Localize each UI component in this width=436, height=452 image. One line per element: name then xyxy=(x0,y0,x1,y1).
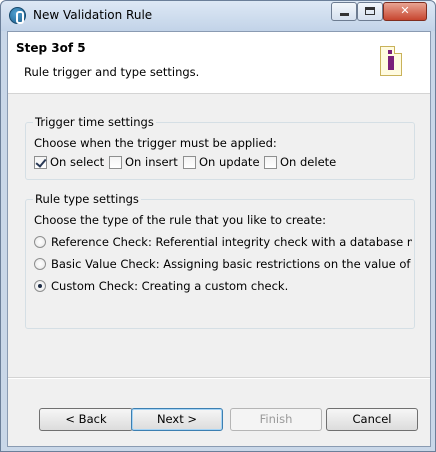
close-icon: ✕ xyxy=(400,4,410,17)
checkbox-box[interactable] xyxy=(183,156,196,169)
step-title: Step 3of 5 xyxy=(16,41,86,55)
radio-button[interactable] xyxy=(34,258,46,270)
radio-label: Custom Check: Creating a custom check. xyxy=(51,279,289,293)
checkbox-label: On delete xyxy=(280,155,337,169)
radio-custom-check[interactable]: Custom Check: Creating a custom check. xyxy=(34,278,412,294)
checkbox-box[interactable] xyxy=(34,156,47,169)
checkbox-box[interactable] xyxy=(109,156,122,169)
radio-basic-value-check[interactable]: Basic Value Check: Assigning basic restr… xyxy=(34,256,412,272)
finish-button[interactable]: Finish xyxy=(230,408,322,431)
minimize-icon xyxy=(339,13,349,16)
checkbox-on-update[interactable]: On update xyxy=(183,155,263,171)
checkbox-on-select[interactable]: On select xyxy=(34,155,106,171)
next-button[interactable]: Next > xyxy=(131,408,223,431)
rule-type-legend: Rule type settings xyxy=(33,192,141,206)
cancel-button[interactable]: Cancel xyxy=(326,408,418,431)
wizard-icon-dot xyxy=(388,50,392,54)
rule-type-prompt: Choose the type of the rule that you lik… xyxy=(34,213,326,227)
radio-button[interactable] xyxy=(34,236,46,248)
trigger-time-prompt: Choose when the trigger must be applied: xyxy=(34,136,277,150)
radio-label: Reference Check: Referential integrity c… xyxy=(51,235,412,249)
title-bar[interactable]: New Validation Rule ✕ xyxy=(1,1,435,31)
wizard-icon-mark xyxy=(388,56,394,70)
app-icon xyxy=(9,7,26,24)
checkbox-on-insert[interactable]: On insert xyxy=(109,155,181,171)
radio-button[interactable] xyxy=(34,280,46,292)
checkbox-label: On insert xyxy=(125,155,178,169)
trigger-time-legend: Trigger time settings xyxy=(33,115,156,129)
window-title: New Validation Rule xyxy=(33,8,153,22)
dialog-window: New Validation Rule ✕ Step 3of 5 Rule tr… xyxy=(0,0,436,452)
wizard-header: Step 3of 5 Rule trigger and type setting… xyxy=(8,32,430,94)
checkbox-on-delete[interactable]: On delete xyxy=(264,155,344,171)
maximize-icon xyxy=(365,7,375,15)
back-button[interactable]: < Back xyxy=(39,408,133,431)
maximize-button[interactable] xyxy=(357,2,383,21)
checkbox-box[interactable] xyxy=(264,156,277,169)
trigger-time-group: Trigger time settings Choose when the tr… xyxy=(25,115,415,180)
dialog-client-area: Step 3of 5 Rule trigger and type setting… xyxy=(7,31,431,447)
footer-divider-highlight xyxy=(8,378,430,379)
radio-reference-check[interactable]: Reference Check: Referential integrity c… xyxy=(34,234,412,250)
close-button[interactable]: ✕ xyxy=(383,2,427,21)
step-description: Rule trigger and type settings. xyxy=(24,65,200,79)
rule-type-group: Rule type settings Choose the type of th… xyxy=(25,192,415,329)
checkbox-label: On update xyxy=(199,155,260,169)
wizard-rule-icon xyxy=(380,46,402,76)
checkbox-label: On select xyxy=(50,155,105,169)
radio-label: Basic Value Check: Assigning basic restr… xyxy=(51,257,412,271)
minimize-button[interactable] xyxy=(331,2,357,21)
